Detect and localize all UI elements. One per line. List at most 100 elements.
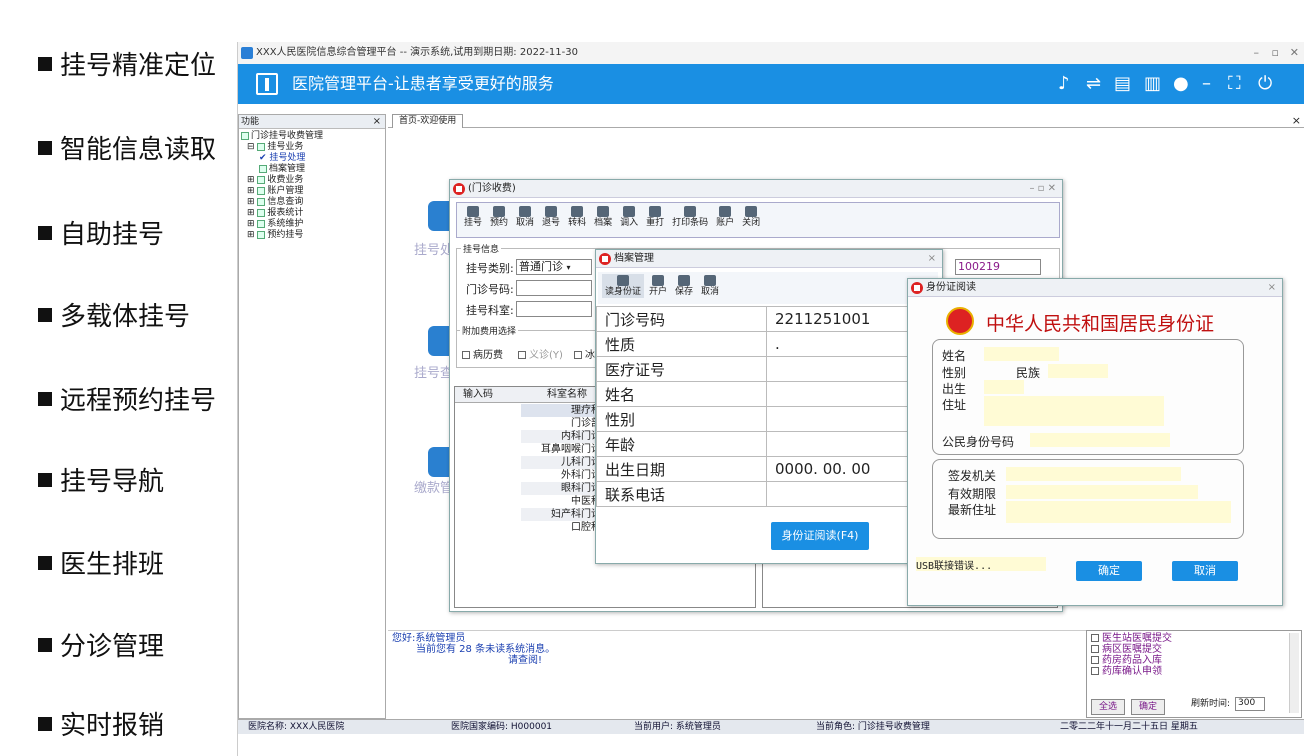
music-icon[interactable]: ♪ <box>1058 72 1070 96</box>
column-header: 输入码 <box>463 389 493 400</box>
minimize-button[interactable]: – <box>1254 42 1260 64</box>
power-icon[interactable]: ⏻ <box>1258 72 1272 96</box>
charge-window-title: (门诊收费) <box>468 183 516 194</box>
close-button[interactable]: 关闭 <box>739 205 763 229</box>
validity-field[interactable] <box>1006 485 1198 499</box>
notice-item[interactable]: 药房药品入库 <box>1091 655 1297 666</box>
minimize-icon[interactable]: – <box>1202 72 1211 96</box>
tree-item[interactable]: 门诊挂号收费管理 <box>241 131 383 142</box>
feature-list: 挂号精准定位 智能信息读取 自助挂号 多载体挂号 远程预约挂号 挂号导航 医生排… <box>0 0 236 756</box>
transfer-button[interactable]: 转科 <box>565 205 589 229</box>
checkbox-icon <box>518 351 526 359</box>
cancel-button[interactable]: 取消 <box>698 274 722 298</box>
open-account-button[interactable]: 开户 <box>646 274 670 298</box>
folder-icon <box>257 175 266 184</box>
bg-label: 挂号处 <box>414 243 454 258</box>
fullscreen-icon[interactable]: ⛶ <box>1228 72 1241 96</box>
tree-item[interactable]: ✔ 挂号处理 <box>241 153 383 164</box>
idcard-window-titlebar: 身份证阅读 × <box>908 279 1282 297</box>
window-title: XXX人民医院信息综合管理平台 -- 演示系统,试用到期日期: 2022-11-… <box>256 47 578 58</box>
panel-header: 功能 × <box>239 115 385 129</box>
id-number-field[interactable] <box>1030 433 1170 447</box>
tree-item[interactable]: ⊞ 报表统计 <box>241 208 383 219</box>
clinic-no-label: 门诊号码: <box>466 283 514 296</box>
birth-field[interactable] <box>984 380 1024 394</box>
row-label: 医疗证号 <box>596 356 767 382</box>
calculator-icon[interactable]: ▤ <box>1114 72 1131 96</box>
new-address-field[interactable] <box>1006 501 1231 523</box>
list-item[interactable]: 口腔科 <box>521 521 601 534</box>
extra-fee-option[interactable]: 病历费 <box>462 346 503 361</box>
list-item[interactable]: 妇产科门诊 <box>521 508 601 521</box>
feature-item: 智能信息读取 <box>38 134 216 166</box>
read-id-card-button[interactable]: 身份证阅读(F4) <box>771 522 869 550</box>
ok-button[interactable]: 确定 <box>1076 561 1142 581</box>
list-item[interactable]: 门诊部 <box>521 417 601 430</box>
extra-fee-option[interactable]: 义诊(Y) <box>518 346 563 361</box>
list-item[interactable]: 耳鼻咽喉门诊 <box>521 443 601 456</box>
close-button[interactable]: ✕ <box>1290 42 1299 64</box>
issuer-field[interactable] <box>1006 467 1181 481</box>
list-item[interactable]: 眼科门诊 <box>521 482 601 495</box>
archive-button[interactable]: 档案 <box>591 205 615 229</box>
read-id-button[interactable]: 读身份证 <box>602 274 645 298</box>
record-no-input[interactable]: 100219 <box>955 259 1041 275</box>
account-button[interactable]: 账户 <box>713 205 737 229</box>
switch-icon[interactable]: ⇌ <box>1086 72 1101 96</box>
tree-item[interactable]: 档案管理 <box>241 164 383 175</box>
tree-item[interactable]: ⊞ 系统维护 <box>241 219 383 230</box>
ethnicity-field[interactable] <box>1048 364 1108 378</box>
bg-label: 挂号查 <box>414 366 454 381</box>
tab-home[interactable]: 首页-欢迎使用 <box>392 114 464 128</box>
folder-icon <box>241 131 249 140</box>
select-all-button[interactable]: 全选 <box>1091 699 1125 715</box>
notice-item[interactable]: 病区医嘱提交 <box>1091 644 1297 655</box>
scrollbar[interactable] <box>1289 633 1299 713</box>
clinic-no-input[interactable] <box>516 280 592 296</box>
feature-item: 实时报销 <box>38 710 164 742</box>
cancel-button[interactable]: 取消 <box>513 205 537 229</box>
row-label: 年龄 <box>596 431 767 457</box>
tree-item[interactable]: ⊞ 信息查询 <box>241 197 383 208</box>
import-button[interactable]: 调入 <box>617 205 641 229</box>
field-label: 出生 <box>942 382 967 396</box>
name-field[interactable] <box>984 347 1059 361</box>
tree-item[interactable]: ⊟ 挂号业务 <box>241 142 383 153</box>
list-item[interactable]: 内科门诊 <box>521 430 601 443</box>
list-item[interactable]: 儿科门诊 <box>521 456 601 469</box>
window-controls[interactable]: – ▫ ✕ <box>1029 180 1056 198</box>
refresh-input[interactable]: 300 <box>1235 697 1265 711</box>
save-button[interactable]: 保存 <box>672 274 696 298</box>
address-field[interactable] <box>984 396 1164 426</box>
list-item[interactable]: 外科门诊 <box>521 469 601 482</box>
confirm-button[interactable]: 确定 <box>1131 699 1165 715</box>
tree-item[interactable]: ⊞ 预约挂号 <box>241 230 383 241</box>
reserve-button[interactable]: 预约 <box>487 205 511 229</box>
notice-item[interactable]: 医生站医嘱提交 <box>1091 633 1297 644</box>
dept-input[interactable] <box>516 301 592 317</box>
feature-item: 多载体挂号 <box>38 301 190 333</box>
reprint-button[interactable]: 重打 <box>643 205 667 229</box>
user-icon[interactable]: ● <box>1173 72 1189 96</box>
type-select[interactable]: 普通门诊 ▾ <box>516 259 592 275</box>
folder-icon <box>257 208 266 217</box>
folder-icon <box>257 197 266 206</box>
tree-item[interactable]: ⊞ 账户管理 <box>241 186 383 197</box>
extra-fee-option[interactable]: 冰 <box>574 346 595 361</box>
row-label: 性质 <box>596 331 767 357</box>
tree-item[interactable]: ⊞ 收费业务 <box>241 175 383 186</box>
notice-item[interactable]: 药库确认申领 <box>1091 666 1297 677</box>
withdraw-button[interactable]: 退号 <box>539 205 563 229</box>
register-button[interactable]: 挂号 <box>461 205 485 229</box>
dept-list: 理疗科 门诊部 内科门诊 耳鼻咽喉门诊 儿科门诊 外科门诊 眼科门诊 中医科 妇… <box>521 404 601 534</box>
cancel-button[interactable]: 取消 <box>1172 561 1238 581</box>
idcard-close-button[interactable]: × <box>1268 279 1276 297</box>
maximize-button[interactable]: ▫ <box>1272 42 1279 64</box>
list-item[interactable]: 中医科 <box>521 495 601 508</box>
print-barcode-button[interactable]: 打印条码 <box>669 205 711 229</box>
panel-close-button[interactable]: × <box>373 115 381 129</box>
books-icon[interactable]: ▥ <box>1144 72 1161 96</box>
list-item[interactable]: 理疗科 <box>521 404 601 417</box>
archive-close-button[interactable]: × <box>928 250 936 268</box>
tab-close-button[interactable]: × <box>1292 114 1301 127</box>
